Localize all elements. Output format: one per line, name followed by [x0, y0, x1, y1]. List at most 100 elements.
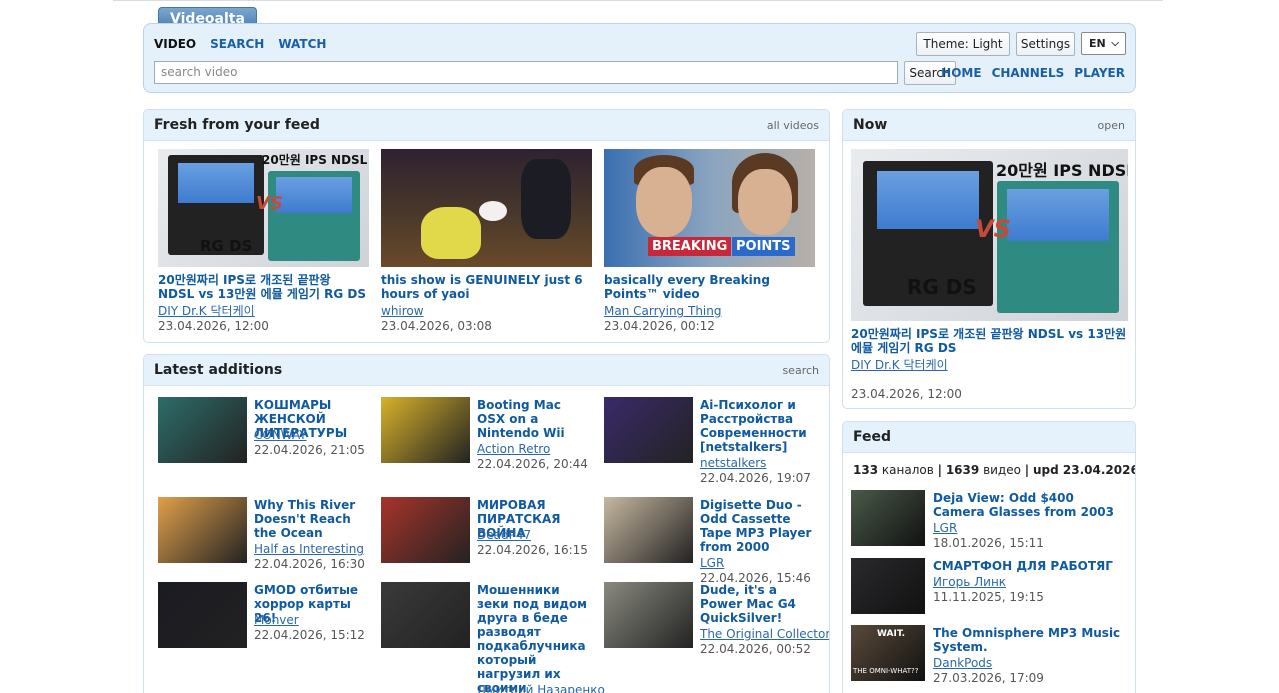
video-thumbnail[interactable]: [604, 497, 693, 563]
top-divider: [113, 0, 1163, 1]
console-screen: [877, 171, 979, 229]
video-title[interactable]: Deja View: Odd $400 Camera Glasses from …: [933, 491, 1129, 519]
all-videos-link[interactable]: all videos: [767, 119, 819, 132]
video-thumbnail[interactable]: [851, 490, 925, 546]
video-thumbnail[interactable]: [381, 397, 470, 463]
face-shape: [738, 169, 792, 235]
nav-channels[interactable]: CHANNELS: [992, 66, 1065, 80]
search-input[interactable]: search video: [154, 61, 898, 84]
console-screen: [1007, 189, 1109, 241]
video-date: 22.04.2026, 15:12: [254, 628, 365, 642]
channel-link[interactable]: Action Retro: [477, 442, 550, 456]
nav-watch[interactable]: WATCH: [278, 37, 326, 51]
channel-link[interactable]: CONWAY: [254, 428, 307, 442]
pillow-shape: [479, 201, 507, 221]
video-title[interactable]: СМАРТФОН ДЛЯ РАБОТЯГ: [933, 559, 1129, 573]
now-panel: Now open VS 20만원 IPS NDSL RG DS 20만원짜리 I…: [842, 109, 1136, 409]
nav-search[interactable]: SEARCH: [210, 37, 264, 51]
language-value: EN: [1089, 37, 1106, 50]
channel-link[interactable]: netstalkers: [700, 456, 766, 470]
video-date: 22.04.2026, 21:05: [254, 443, 365, 457]
channel-link[interactable]: LGR: [933, 521, 957, 535]
channel-link[interactable]: Дмитрий Назаренко: [477, 683, 605, 693]
video-title[interactable]: Digisette Duo - Odd Cassette Tape MP3 Pl…: [700, 498, 814, 554]
feed-panel: Feed 133 каналов | 1639 видео | upd 23.0…: [842, 421, 1136, 693]
video-thumbnail[interactable]: [381, 149, 592, 267]
video-thumbnail[interactable]: [851, 558, 925, 614]
video-date: 22.04.2026, 16:15: [477, 543, 588, 557]
channel-link[interactable]: whirow: [381, 304, 424, 318]
now-thumbnail[interactable]: VS 20만원 IPS NDSL RG DS: [851, 149, 1128, 321]
channel-link[interactable]: Half as Interesting: [254, 542, 364, 556]
search-link[interactable]: search: [782, 364, 819, 377]
primary-nav: VIDEO SEARCH WATCH: [154, 37, 326, 51]
fresh-panel: Fresh from your feed all videos VS 20만원 …: [143, 109, 830, 343]
language-select[interactable]: EN ⌵: [1081, 32, 1126, 55]
video-title[interactable]: Why This River Doesn't Reach the Ocean: [254, 498, 368, 540]
stats-sep: |: [1024, 463, 1030, 477]
thumb-caption: RG DS: [907, 275, 977, 299]
channel-link[interactable]: Игорь Линк: [933, 575, 1006, 589]
video-date: 23.04.2026, 00:12: [604, 319, 715, 333]
channel-link[interactable]: The Original Collector: [700, 627, 829, 641]
video-title[interactable]: Booting Mac OSX on a Nintendo Wii: [477, 398, 591, 440]
video-date: 18.01.2026, 15:11: [933, 536, 1044, 550]
video-thumbnail[interactable]: BREAKING POINTS: [604, 149, 815, 267]
vs-label: VS: [256, 193, 283, 214]
video-title[interactable]: 20만원짜리 IPS로 개조된 끝판왕 NDSL vs 13만원 에뮬 게임기 …: [158, 273, 369, 301]
console-screen: [178, 163, 254, 203]
video-title[interactable]: Мошенники зеки под видом друга в беде ра…: [477, 583, 591, 693]
video-thumbnail[interactable]: [158, 497, 247, 563]
video-thumbnail[interactable]: [158, 582, 247, 648]
settings-button[interactable]: Settings: [1016, 32, 1075, 56]
channel-link[interactable]: DankPods: [933, 656, 992, 670]
video-date: 22.04.2026, 20:44: [477, 457, 588, 471]
thumb-caption: 20만원 IPS NDSL: [262, 153, 368, 167]
video-date: 23.04.2026, 03:08: [381, 319, 492, 333]
video-title[interactable]: The Omnisphere MP3 Music System.: [933, 626, 1129, 654]
character-shape: [421, 207, 481, 259]
nav-player[interactable]: PLAYER: [1074, 66, 1125, 80]
console-screen: [276, 177, 352, 213]
video-thumbnail[interactable]: [604, 397, 693, 463]
thumb-caption: 20만원 IPS NDSL: [996, 161, 1128, 180]
feed-stats: 133 каналов | 1639 видео | upd 23.04.202…: [853, 463, 1136, 477]
video-thumbnail[interactable]: [381, 497, 470, 563]
video-thumbnail[interactable]: [381, 582, 470, 648]
video-date: 22.04.2026, 16:30: [254, 557, 365, 571]
nav-home[interactable]: HOME: [941, 66, 981, 80]
stats-sep: |: [937, 463, 942, 477]
channel-link[interactable]: LGR: [700, 556, 724, 570]
thumb-caption: THE OMNI-WHAT??: [853, 667, 919, 675]
video-title[interactable]: Ai-Психолог и Расстройства Современности…: [700, 398, 814, 454]
video-thumbnail[interactable]: VS 20만원 IPS NDSL RG DS: [158, 149, 369, 267]
stats-channels: 133: [853, 463, 879, 477]
video-title[interactable]: this show is GENUINELY just 6 hours of y…: [381, 273, 592, 301]
figure-shape: [521, 159, 571, 239]
stats-channels-label: каналов: [881, 463, 934, 477]
video-title[interactable]: basically every Breaking Points™ video: [604, 273, 815, 301]
channel-link[interactable]: DeadP47: [477, 528, 531, 542]
now-video-title[interactable]: 20만원짜리 IPS로 개조된 끝판왕 NDSL vs 13만원 에뮬 게임기 …: [851, 327, 1129, 355]
feed-title: Feed: [853, 429, 892, 445]
fresh-title: Fresh from your feed: [154, 117, 320, 133]
open-link[interactable]: open: [1098, 119, 1125, 132]
video-date: 11.11.2025, 19:15: [933, 590, 1044, 604]
now-channel-link[interactable]: DIY Dr.K 닥터케이: [851, 358, 948, 372]
channel-link[interactable]: Man Carrying Thing: [604, 304, 721, 318]
channel-link[interactable]: DIY Dr.K 닥터케이: [158, 304, 255, 318]
channel-link[interactable]: Monver: [254, 613, 299, 627]
stats-updated: upd 23.04.2026, 12...: [1033, 463, 1136, 477]
video-thumbnail[interactable]: [604, 582, 693, 648]
video-title[interactable]: Dude, it's a Power Mac G4 QuickSilver!: [700, 583, 814, 625]
chevron-down-icon: ⌵: [1111, 38, 1119, 49]
video-date: 23.04.2026, 12:00: [158, 319, 269, 333]
now-title: Now: [853, 117, 888, 133]
theme-button[interactable]: Theme: Light: [916, 32, 1010, 56]
latest-title: Latest additions: [154, 362, 283, 378]
nav-video[interactable]: VIDEO: [154, 37, 196, 51]
video-thumbnail[interactable]: WAIT. THE OMNI-WHAT??: [851, 625, 925, 681]
stats-videos: 1639: [945, 463, 980, 477]
vs-label: VS: [975, 215, 1011, 243]
video-thumbnail[interactable]: [158, 397, 247, 463]
